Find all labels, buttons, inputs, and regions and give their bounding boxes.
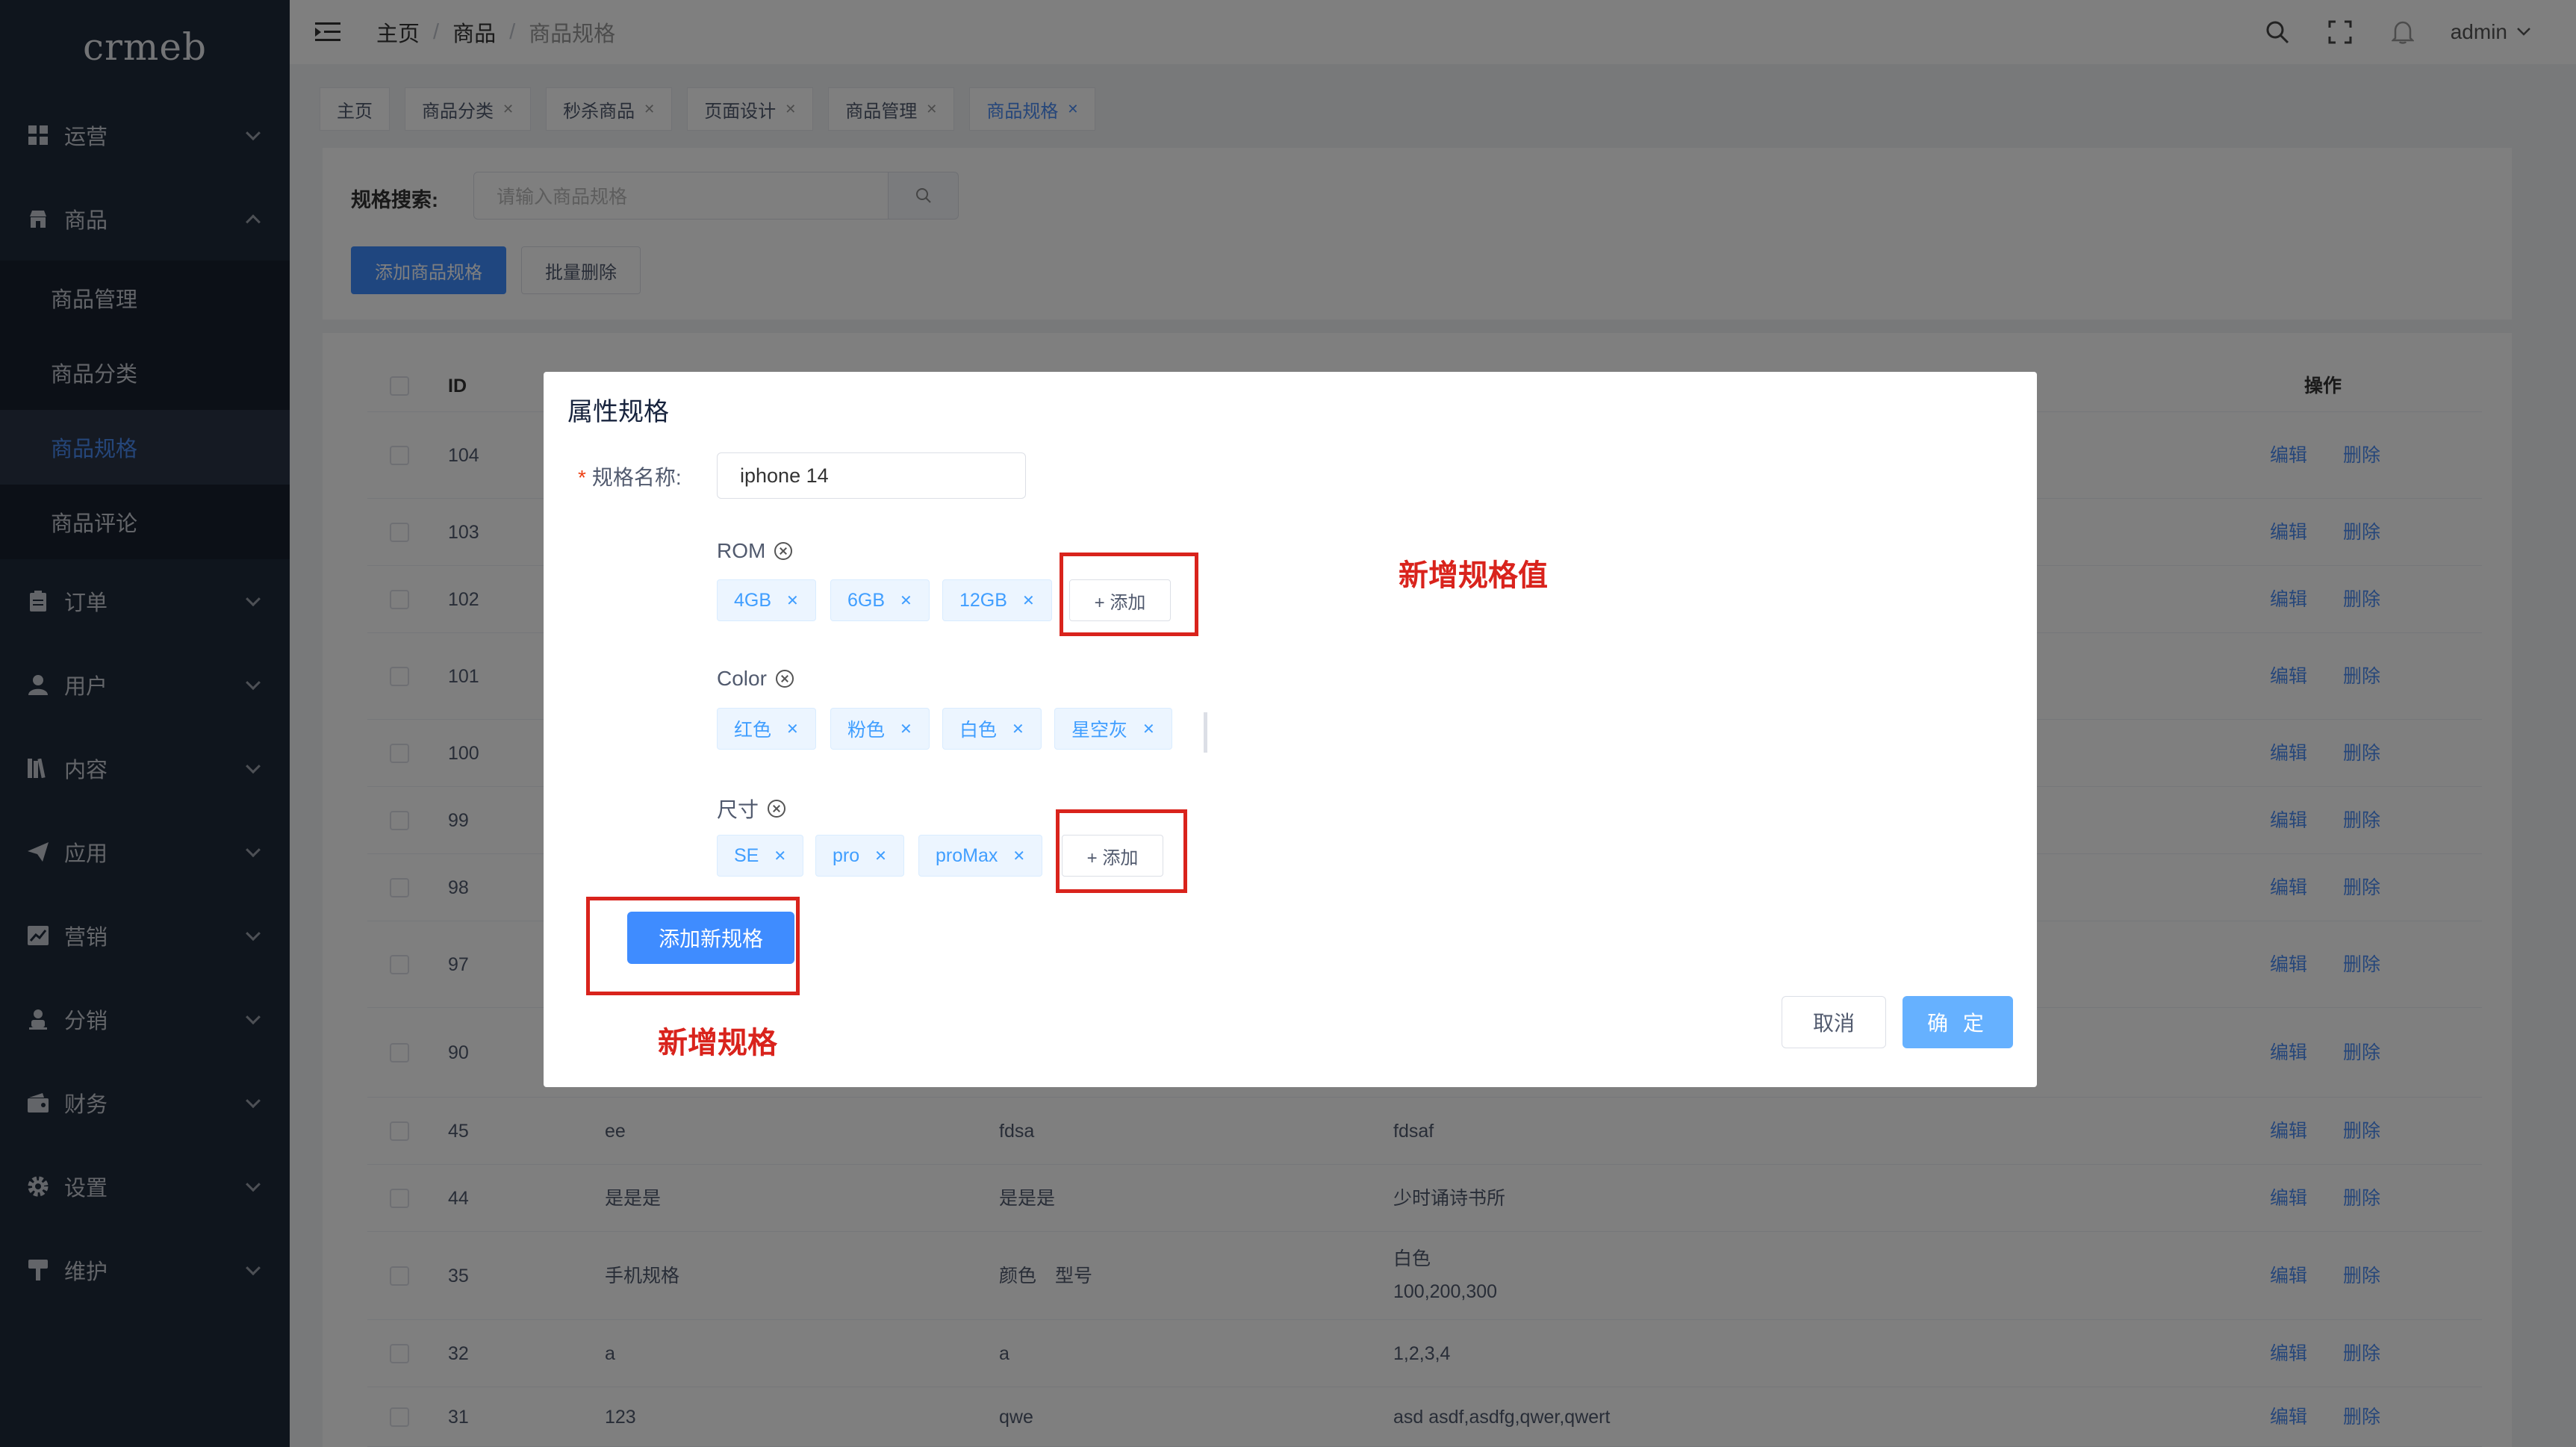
spec-value-tag: SE ✕ [717, 835, 804, 877]
annotation-box [586, 897, 800, 995]
spec-value-tag: 4GB ✕ [717, 579, 816, 621]
close-icon[interactable]: ✕ [1142, 720, 1155, 738]
confirm-button[interactable]: 确 定 [1903, 996, 2013, 1048]
close-icon[interactable]: ✕ [1022, 591, 1035, 610]
spec-value-tag: 6GB ✕ [830, 579, 930, 621]
spec-group-title: ROM [717, 539, 793, 563]
spec-group-title: Color [717, 667, 794, 691]
cancel-button[interactable]: 取消 [1782, 996, 1886, 1048]
remove-group-icon[interactable] [768, 800, 786, 818]
spec-value-tag: 白色 ✕ [942, 708, 1042, 750]
close-icon[interactable]: ✕ [786, 591, 799, 610]
group-title-text: 尺寸 [717, 798, 759, 821]
required-mark: * [578, 466, 586, 489]
spec-name-label: * 规格名称: [578, 461, 682, 491]
close-icon[interactable]: ✕ [774, 847, 786, 865]
modal-title: 属性规格 [567, 398, 669, 426]
text-cursor [1204, 712, 1207, 753]
tag-label: 白色 [959, 720, 998, 741]
spec-name-label-text: 规格名称: [591, 466, 682, 489]
remove-group-icon[interactable] [774, 542, 793, 560]
spec-name-input[interactable]: iphone 14 [717, 452, 1026, 499]
tag-label: proMax [936, 844, 998, 866]
tag-label: pro [833, 844, 860, 866]
group-title-text: ROM [717, 539, 766, 562]
annotation-box [1060, 553, 1198, 636]
tag-label: 粉色 [847, 720, 886, 741]
annotation-new-spec: 新增规格 [658, 1027, 777, 1059]
spec-value-tag: 星空灰 ✕ [1054, 708, 1172, 750]
close-icon[interactable]: ✕ [874, 847, 887, 865]
tag-label: 6GB [847, 589, 886, 611]
spec-modal: 属性规格 * 规格名称: iphone 14 ROM 4GB ✕ 6GB ✕ 12GB… [544, 372, 2037, 1087]
remove-group-icon[interactable] [775, 670, 794, 688]
spec-value-tag: pro ✕ [815, 835, 904, 877]
annotation-new-value: 新增规格值 [1399, 559, 1548, 592]
group-title-text: Color [717, 667, 767, 690]
tag-label: SE [734, 844, 759, 866]
spec-value-tag: 红色 ✕ [717, 708, 816, 750]
spec-value-tag: 12GB ✕ [942, 579, 1052, 621]
tag-label: 12GB [959, 589, 1007, 611]
close-icon[interactable]: ✕ [1012, 720, 1024, 738]
tag-label: 红色 [734, 720, 772, 741]
spec-value-tag: proMax ✕ [918, 835, 1043, 877]
spec-value-tag: 粉色 ✕ [830, 708, 930, 750]
tag-label: 4GB [734, 589, 772, 611]
tag-label: 星空灰 [1071, 720, 1128, 741]
close-icon[interactable]: ✕ [1012, 847, 1025, 865]
close-icon[interactable]: ✕ [786, 720, 799, 738]
close-icon[interactable]: ✕ [900, 591, 912, 610]
close-icon[interactable]: ✕ [900, 720, 912, 738]
annotation-box [1056, 809, 1187, 893]
spec-group-title: 尺寸 [717, 794, 786, 824]
